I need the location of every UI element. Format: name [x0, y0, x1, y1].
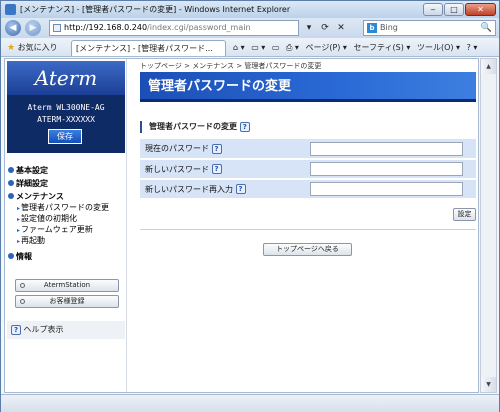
- model-panel: Aterm WL300NE-AG ATERM-XXXXXX 保存: [7, 95, 125, 153]
- save-button[interactable]: 保存: [48, 129, 82, 144]
- new-password-label: 新しいパスワード: [145, 164, 209, 174]
- set-button[interactable]: 設定: [453, 208, 476, 221]
- sidebar-subitem-firmware[interactable]: ファームウェア更新: [7, 225, 125, 236]
- page-menu[interactable]: ページ(P) ▾: [305, 43, 346, 52]
- form-value-cell: [305, 159, 476, 180]
- home-button[interactable]: ⌂ ▾: [233, 43, 245, 52]
- device-id: ATERM-XXXXXX: [37, 115, 95, 124]
- form-value-cell: [305, 139, 476, 160]
- radio-dot-icon: [20, 299, 25, 304]
- maximize-button[interactable]: □: [444, 3, 464, 16]
- stop-icon[interactable]: ✕: [333, 20, 349, 36]
- status-bar: [1, 394, 499, 412]
- ie-icon: [5, 4, 16, 15]
- print-button[interactable]: ⎙ ▾: [286, 43, 299, 52]
- address-tools: ▾ ⟳ ✕: [301, 20, 356, 36]
- favorites-bar: ★ お気に入り [メンテナンス] - [管理者パスワード... ⌂ ▾ ▭ ▾ …: [1, 38, 499, 57]
- page-title: 管理者パスワードの変更: [140, 72, 476, 102]
- help-link[interactable]: ? ヘルプ表示: [7, 321, 125, 339]
- register-label: お客様登録: [49, 297, 85, 305]
- current-password-field[interactable]: [310, 141, 463, 156]
- page-icon: [53, 24, 61, 32]
- sidebar-item-info[interactable]: 情報: [7, 250, 125, 263]
- search-placeholder: Bing: [380, 23, 398, 32]
- forward-button[interactable]: ▶: [25, 20, 41, 36]
- sidebar-menu: 基本設定 詳細設定 メンテナンス 管理者パスワードの変更 設定値の初期化 ファー…: [7, 164, 125, 263]
- sidebar-item-basic[interactable]: 基本設定: [7, 164, 125, 177]
- main-panel: トップページ > メンテナンス > 管理者パスワードの変更 管理者パスワードの変…: [128, 59, 478, 392]
- scroll-down-icon[interactable]: ▼: [481, 377, 496, 392]
- help-icon[interactable]: ?: [211, 143, 222, 154]
- atermstation-button[interactable]: AtermStation: [15, 279, 119, 292]
- tools-menu[interactable]: ツール(O) ▾: [417, 43, 460, 52]
- section-label: 管理者パスワードの変更: [149, 122, 237, 131]
- vertical-scrollbar[interactable]: ▲ ▼: [480, 58, 497, 393]
- scroll-up-icon[interactable]: ▲: [481, 59, 496, 74]
- favorites-button[interactable]: ★ お気に入り: [7, 41, 58, 55]
- form-label-cell: 現在のパスワード ?: [140, 139, 305, 160]
- divider: [140, 229, 476, 230]
- help-label: ヘルプ表示: [23, 325, 64, 334]
- bing-logo-icon: b: [367, 23, 377, 33]
- sidebar-subitem-reboot[interactable]: 再起動: [7, 236, 125, 247]
- sidebar-item-detail[interactable]: 詳細設定: [7, 177, 125, 190]
- help-icon[interactable]: ?: [239, 121, 250, 132]
- sidebar-subitem-reset[interactable]: 設定値の初期化: [7, 214, 125, 225]
- url-host: http://192.168.0.240: [64, 23, 148, 32]
- radio-dot-icon: [20, 283, 25, 288]
- help-menu[interactable]: ? ▾: [467, 43, 478, 52]
- title-bar: [メンテナンス] - [管理者パスワードの変更] - Windows Inter…: [1, 1, 499, 18]
- search-icon[interactable]: 🔍: [481, 21, 492, 35]
- atermstation-label: AtermStation: [43, 281, 91, 289]
- browser-window: [メンテナンス] - [管理者パスワードの変更] - Windows Inter…: [0, 0, 500, 412]
- refresh-icon[interactable]: ⟳: [317, 20, 333, 36]
- sidebar: Aterm Aterm WL300NE-AG ATERM-XXXXXX 保存 基…: [5, 59, 127, 392]
- new-password-field[interactable]: [310, 162, 463, 176]
- back-button[interactable]: ◀: [5, 20, 21, 36]
- help-icon[interactable]: ?: [235, 184, 246, 194]
- command-bar: ⌂ ▾ ▭ ▾ ▭ ⎙ ▾ ページ(P) ▾ セーフティ(S) ▾ ツール(O)…: [233, 41, 499, 54]
- sidebar-item-maintenance[interactable]: メンテナンス: [7, 190, 125, 203]
- form-row: 新しいパスワード ?: [140, 159, 476, 180]
- dropdown-icon[interactable]: ▾: [301, 20, 317, 36]
- feeds-button[interactable]: ▭ ▾: [251, 43, 265, 52]
- form-label-cell: 新しいパスワード再入力 ?: [140, 179, 305, 200]
- address-bar: ◀ ▶ http://192.168.0.240/index.cgi/passw…: [1, 18, 499, 38]
- sidebar-subitem-password[interactable]: 管理者パスワードの変更: [7, 203, 125, 214]
- help-icon[interactable]: ?: [211, 164, 222, 174]
- mail-button[interactable]: ▭: [272, 43, 280, 52]
- safety-menu[interactable]: セーフティ(S) ▾: [354, 43, 411, 52]
- favorites-label: お気に入り: [17, 43, 58, 52]
- form-row: 新しいパスワード再入力 ?: [140, 179, 476, 200]
- url-path: /index.cgi/password_main: [147, 23, 251, 32]
- close-button[interactable]: ✕: [465, 3, 496, 16]
- breadcrumb[interactable]: トップページ > メンテナンス > 管理者パスワードの変更: [140, 61, 321, 71]
- form-row: 現在のパスワード ?: [140, 139, 476, 160]
- form-value-cell: [305, 179, 476, 200]
- back-to-top-button[interactable]: トップページへ戻る: [263, 243, 352, 256]
- confirm-password-field[interactable]: [310, 182, 463, 196]
- section-title: 管理者パスワードの変更 ?: [140, 121, 476, 133]
- model-name: Aterm WL300NE-AG: [27, 103, 105, 112]
- tab-active[interactable]: [メンテナンス] - [管理者パスワード...: [71, 40, 226, 56]
- current-password-label: 現在のパスワード: [145, 144, 209, 153]
- url-input[interactable]: http://192.168.0.240/index.cgi/password_…: [49, 20, 299, 36]
- help-icon: ?: [11, 324, 21, 335]
- register-button[interactable]: お客様登録: [15, 295, 119, 308]
- star-icon: ★: [7, 43, 16, 53]
- page-content: Aterm Aterm WL300NE-AG ATERM-XXXXXX 保存 基…: [4, 58, 479, 393]
- confirm-password-label: 新しいパスワード再入力: [145, 184, 233, 194]
- form-label-cell: 新しいパスワード ?: [140, 159, 305, 180]
- minimize-button[interactable]: ‒: [423, 3, 443, 16]
- aterm-logo: Aterm: [7, 61, 125, 95]
- window-title: [メンテナンス] - [管理者パスワードの変更] - Windows Inter…: [20, 5, 291, 14]
- search-input[interactable]: b Bing 🔍: [363, 20, 496, 36]
- password-form: 現在のパスワード ? 新しいパスワード ? 新しいパスワード再入力 ?: [140, 139, 476, 200]
